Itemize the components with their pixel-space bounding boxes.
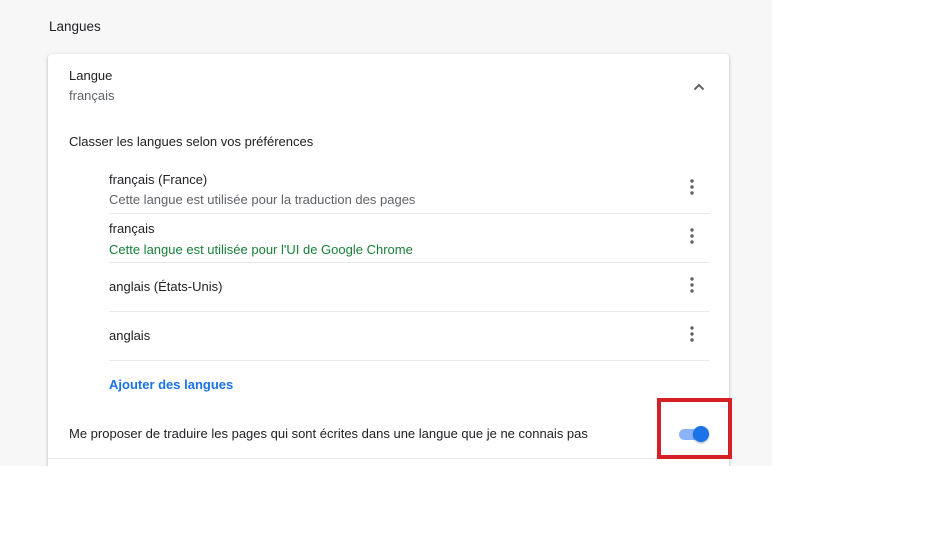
language-list: français (France) Cette langue est utili… <box>109 165 710 361</box>
language-menu-button[interactable] <box>680 177 704 201</box>
add-languages-link[interactable]: Ajouter des langues <box>109 377 233 392</box>
more-vert-icon <box>690 178 694 200</box>
language-row: anglais <box>109 312 710 361</box>
language-row: anglais (États-Unis) <box>109 263 710 312</box>
more-vert-icon <box>690 227 694 249</box>
language-name: anglais (États-Unis) <box>109 279 223 294</box>
offer-translate-label: Me proposer de traduire les pages qui so… <box>69 426 588 441</box>
divider <box>48 458 729 459</box>
collapse-button[interactable] <box>688 76 710 98</box>
language-note: Cette langue est utilisée pour la traduc… <box>109 192 416 207</box>
settings-page: Langues Langue français Classer les lang… <box>0 0 772 466</box>
offer-translate-toggle[interactable] <box>677 426 711 442</box>
language-row: français Cette langue est utilisée pour … <box>109 214 710 263</box>
language-menu-button[interactable] <box>680 324 704 348</box>
ui-language-note: Cette langue est utilisée pour l'UI de G… <box>109 242 413 257</box>
language-name: français (France) <box>109 172 208 187</box>
more-vert-icon <box>690 276 694 298</box>
language-expand-header[interactable]: Langue français <box>48 54 729 120</box>
chevron-up-icon <box>693 78 705 96</box>
language-title: Langue <box>69 68 113 83</box>
toggle-knob <box>693 426 709 442</box>
language-name: anglais <box>109 328 151 343</box>
language-name: français <box>109 221 155 236</box>
more-vert-icon <box>690 325 694 347</box>
language-order-label: Classer les langues selon vos préférence… <box>69 134 314 149</box>
language-menu-button[interactable] <box>680 275 704 299</box>
section-title: Langues <box>49 19 101 34</box>
current-language: français <box>69 88 115 103</box>
languages-card: Langue français Classer les langues selo… <box>48 54 729 466</box>
language-row: français (France) Cette langue est utili… <box>109 165 710 214</box>
language-menu-button[interactable] <box>680 226 704 250</box>
